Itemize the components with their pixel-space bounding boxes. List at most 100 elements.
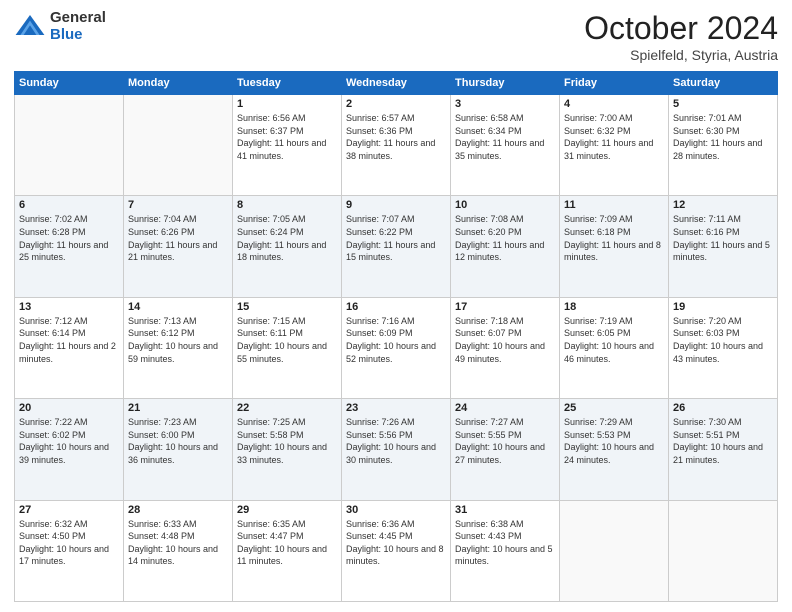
day-info: Sunrise: 7:23 AM Sunset: 6:00 PM Dayligh… xyxy=(128,416,228,466)
calendar-cell: 10Sunrise: 7:08 AM Sunset: 6:20 PM Dayli… xyxy=(451,196,560,297)
calendar-cell xyxy=(124,95,233,196)
calendar-table: SundayMondayTuesdayWednesdayThursdayFrid… xyxy=(14,71,778,602)
day-info: Sunrise: 7:16 AM Sunset: 6:09 PM Dayligh… xyxy=(346,315,446,365)
day-info: Sunrise: 6:36 AM Sunset: 4:45 PM Dayligh… xyxy=(346,518,446,568)
calendar-cell: 20 Sunrise: 7:22 AM Sunset: 6:02 PM Dayli… xyxy=(15,399,124,500)
day-info: Sunrise: 6:35 AM Sunset: 4:47 PM Dayligh… xyxy=(237,518,337,568)
day-info: Sunrise: 7:11 AM Sunset: 6:16 PM Dayligh… xyxy=(673,213,773,263)
calendar-cell: 11 Sunrise: 7:09 AM Sunset: 6:18 PM Dayli… xyxy=(560,196,669,297)
day-info: Sunrise: 7:25 AM Sunset: 5:58 PM Dayligh… xyxy=(237,416,337,466)
calendar-cell: 13 Sunrise: 7:12 AM Sunset: 6:14 PM Dayli… xyxy=(15,297,124,398)
calendar-cell: 18Sunrise: 7:19 AM Sunset: 6:05 PM Dayli… xyxy=(560,297,669,398)
calendar-cell: 6 Sunrise: 7:02 AM Sunset: 6:28 PM Daylig… xyxy=(15,196,124,297)
day-number: 12 xyxy=(673,199,773,211)
day-info: Sunrise: 7:22 AM Sunset: 6:02 PM Dayligh… xyxy=(19,416,119,466)
calendar-cell: 14 Sunrise: 7:13 AM Sunset: 6:12 PM Dayli… xyxy=(124,297,233,398)
calendar-cell: 16 Sunrise: 7:16 AM Sunset: 6:09 PM Dayli… xyxy=(342,297,451,398)
calendar-cell: 24Sunrise: 7:27 AM Sunset: 5:55 PM Dayli… xyxy=(451,399,560,500)
calendar-cell: 2 Sunrise: 6:57 AM Sunset: 6:36 PM Daylig… xyxy=(342,95,451,196)
logo-blue-text: Blue xyxy=(50,27,106,44)
day-number: 25 xyxy=(564,402,664,414)
day-number: 13 xyxy=(19,301,119,313)
day-number: 17 xyxy=(455,301,555,313)
calendar-cell: 5Sunrise: 7:01 AM Sunset: 6:30 PM Daylig… xyxy=(669,95,778,196)
calendar-cell: 22 Sunrise: 7:25 AM Sunset: 5:58 PM Dayli… xyxy=(233,399,342,500)
day-info: Sunrise: 7:07 AM Sunset: 6:22 PM Dayligh… xyxy=(346,213,446,263)
day-number: 30 xyxy=(346,504,446,516)
calendar-week-row: 1Sunrise: 6:56 AM Sunset: 6:37 PM Daylig… xyxy=(15,95,778,196)
calendar-week-row: 20 Sunrise: 7:22 AM Sunset: 6:02 PM Dayli… xyxy=(15,399,778,500)
calendar-cell: 3Sunrise: 6:58 AM Sunset: 6:34 PM Daylig… xyxy=(451,95,560,196)
day-info: Sunrise: 7:08 AM Sunset: 6:20 PM Dayligh… xyxy=(455,213,555,263)
calendar-cell: 19 Sunrise: 7:20 AM Sunset: 6:03 PM Dayli… xyxy=(669,297,778,398)
day-info: Sunrise: 7:01 AM Sunset: 6:30 PM Dayligh… xyxy=(673,112,773,162)
day-number: 16 xyxy=(346,301,446,313)
calendar-cell: 30 Sunrise: 6:36 AM Sunset: 4:45 PM Dayli… xyxy=(342,500,451,601)
day-number: 2 xyxy=(346,98,446,110)
day-number: 29 xyxy=(237,504,337,516)
calendar-cell: 23Sunrise: 7:26 AM Sunset: 5:56 PM Dayli… xyxy=(342,399,451,500)
day-info: Sunrise: 6:32 AM Sunset: 4:50 PM Dayligh… xyxy=(19,518,119,568)
day-info: Sunrise: 7:02 AM Sunset: 6:28 PM Dayligh… xyxy=(19,213,119,263)
day-number: 1 xyxy=(237,98,337,110)
weekday-header-friday: Friday xyxy=(560,72,669,95)
day-info: Sunrise: 7:20 AM Sunset: 6:03 PM Dayligh… xyxy=(673,315,773,365)
day-number: 21 xyxy=(128,402,228,414)
header: General Blue October 2024 Spielfeld, Sty… xyxy=(14,10,778,63)
calendar-cell: 28 Sunrise: 6:33 AM Sunset: 4:48 PM Dayli… xyxy=(124,500,233,601)
logo-general-text: General xyxy=(50,10,106,27)
weekday-header-sunday: Sunday xyxy=(15,72,124,95)
logo-icon xyxy=(14,11,46,43)
weekday-header-thursday: Thursday xyxy=(451,72,560,95)
day-number: 4 xyxy=(564,98,664,110)
day-number: 6 xyxy=(19,199,119,211)
day-info: Sunrise: 7:19 AM Sunset: 6:05 PM Dayligh… xyxy=(564,315,664,365)
day-number: 14 xyxy=(128,301,228,313)
day-info: Sunrise: 6:57 AM Sunset: 6:36 PM Dayligh… xyxy=(346,112,446,162)
day-info: Sunrise: 7:13 AM Sunset: 6:12 PM Dayligh… xyxy=(128,315,228,365)
day-info: Sunrise: 7:15 AM Sunset: 6:11 PM Dayligh… xyxy=(237,315,337,365)
day-info: Sunrise: 7:12 AM Sunset: 6:14 PM Dayligh… xyxy=(19,315,119,365)
calendar-cell xyxy=(560,500,669,601)
title-location: Spielfeld, Styria, Austria xyxy=(584,47,778,63)
calendar-week-row: 27Sunrise: 6:32 AM Sunset: 4:50 PM Dayli… xyxy=(15,500,778,601)
calendar-cell: 9 Sunrise: 7:07 AM Sunset: 6:22 PM Daylig… xyxy=(342,196,451,297)
day-number: 3 xyxy=(455,98,555,110)
calendar-cell xyxy=(669,500,778,601)
calendar-cell: 27Sunrise: 6:32 AM Sunset: 4:50 PM Dayli… xyxy=(15,500,124,601)
day-info: Sunrise: 6:33 AM Sunset: 4:48 PM Dayligh… xyxy=(128,518,228,568)
day-info: Sunrise: 6:38 AM Sunset: 4:43 PM Dayligh… xyxy=(455,518,555,568)
day-number: 28 xyxy=(128,504,228,516)
day-info: Sunrise: 7:09 AM Sunset: 6:18 PM Dayligh… xyxy=(564,213,664,263)
calendar-cell: 4Sunrise: 7:00 AM Sunset: 6:32 PM Daylig… xyxy=(560,95,669,196)
day-info: Sunrise: 7:30 AM Sunset: 5:51 PM Dayligh… xyxy=(673,416,773,466)
day-number: 24 xyxy=(455,402,555,414)
weekday-header-tuesday: Tuesday xyxy=(233,72,342,95)
calendar-cell: 21 Sunrise: 7:23 AM Sunset: 6:00 PM Dayli… xyxy=(124,399,233,500)
day-number: 9 xyxy=(346,199,446,211)
day-number: 7 xyxy=(128,199,228,211)
title-block: October 2024 Spielfeld, Styria, Austria xyxy=(584,10,778,63)
calendar-cell: 1Sunrise: 6:56 AM Sunset: 6:37 PM Daylig… xyxy=(233,95,342,196)
weekday-header-saturday: Saturday xyxy=(669,72,778,95)
calendar-week-row: 13 Sunrise: 7:12 AM Sunset: 6:14 PM Dayli… xyxy=(15,297,778,398)
day-number: 22 xyxy=(237,402,337,414)
day-number: 8 xyxy=(237,199,337,211)
day-info: Sunrise: 7:04 AM Sunset: 6:26 PM Dayligh… xyxy=(128,213,228,263)
logo-text: General Blue xyxy=(50,10,106,43)
weekday-header-row: SundayMondayTuesdayWednesdayThursdayFrid… xyxy=(15,72,778,95)
day-number: 19 xyxy=(673,301,773,313)
day-number: 20 xyxy=(19,402,119,414)
weekday-header-monday: Monday xyxy=(124,72,233,95)
day-number: 26 xyxy=(673,402,773,414)
day-number: 15 xyxy=(237,301,337,313)
weekday-header-wednesday: Wednesday xyxy=(342,72,451,95)
day-info: Sunrise: 7:29 AM Sunset: 5:53 PM Dayligh… xyxy=(564,416,664,466)
day-number: 23 xyxy=(346,402,446,414)
day-number: 11 xyxy=(564,199,664,211)
day-number: 31 xyxy=(455,504,555,516)
calendar-cell: 17 Sunrise: 7:18 AM Sunset: 6:07 PM Dayli… xyxy=(451,297,560,398)
calendar-cell: 8Sunrise: 7:05 AM Sunset: 6:24 PM Daylig… xyxy=(233,196,342,297)
calendar-cell: 29 Sunrise: 6:35 AM Sunset: 4:47 PM Dayli… xyxy=(233,500,342,601)
day-info: Sunrise: 7:18 AM Sunset: 6:07 PM Dayligh… xyxy=(455,315,555,365)
